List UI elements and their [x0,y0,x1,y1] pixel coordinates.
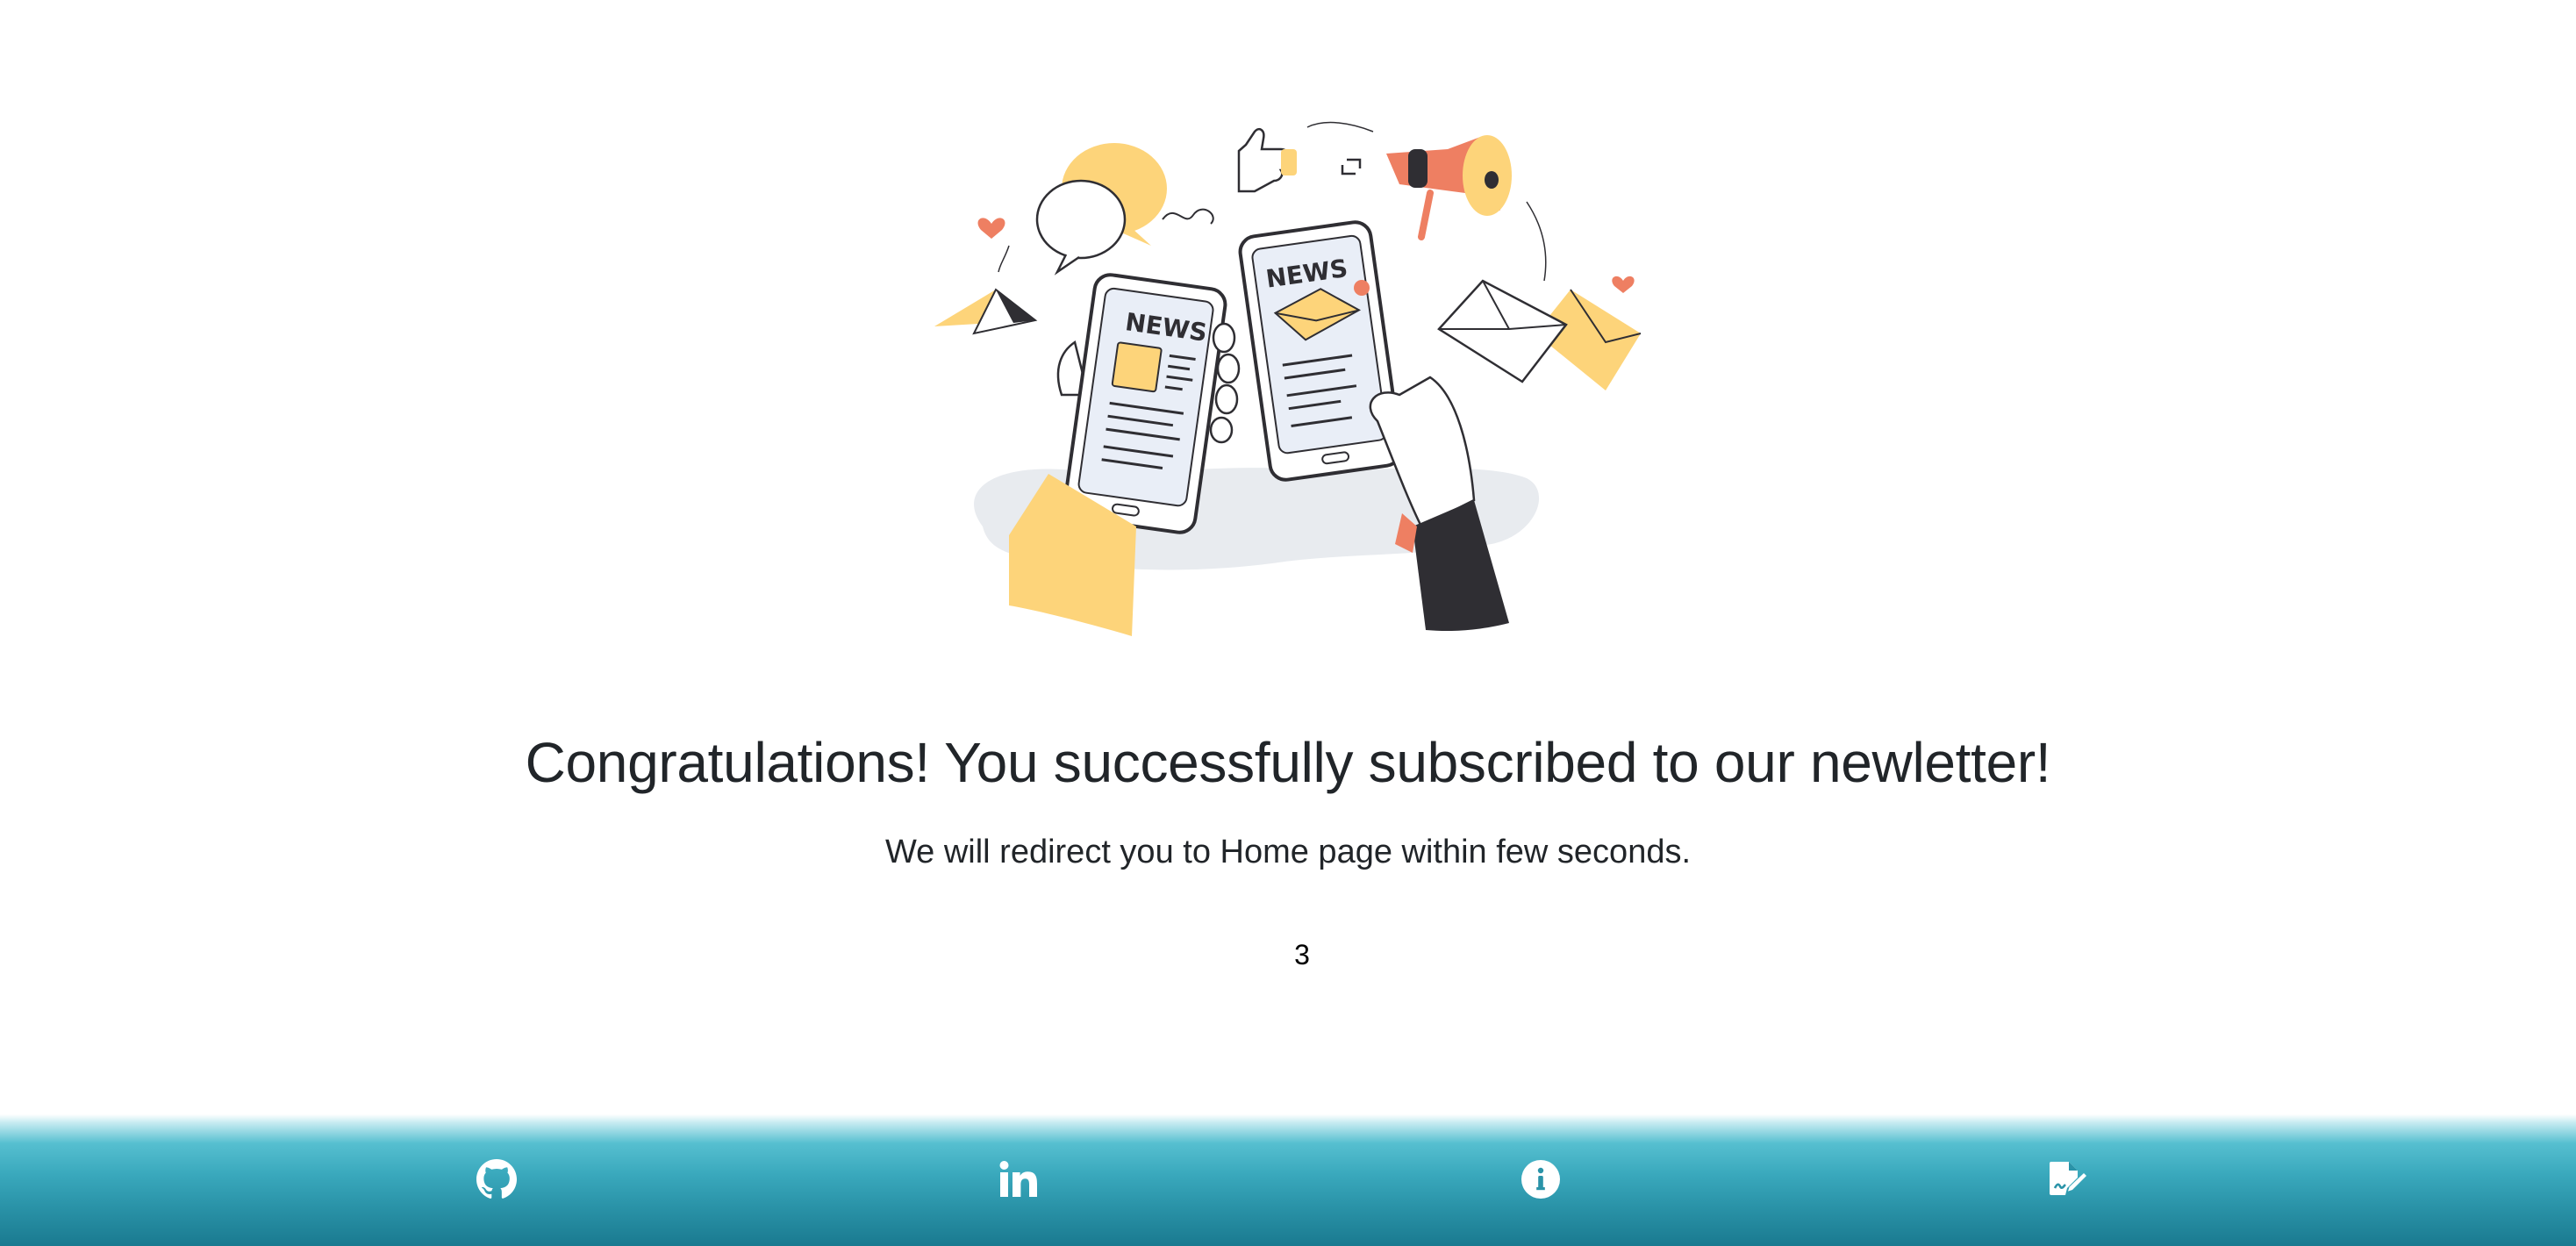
left-tablet: NEWS [1009,273,1241,636]
footer [0,1114,2576,1246]
envelopes [1437,279,1642,390]
speech-bubble-outline [1035,179,1127,260]
page: NEWS NEWS Congratulations! You successfu… [0,0,2576,1246]
hero-illustration: NEWS NEWS [921,114,1658,658]
heart-left [977,218,1005,239]
heart-right [1612,276,1635,293]
info-link[interactable] [1514,1153,1567,1206]
page-title: Congratulations! You successfully subscr… [525,731,2051,794]
signature-document-icon [2050,1162,2086,1195]
signature-link[interactable] [2041,1153,2093,1206]
redirect-message: We will redirect you to Home page within… [884,834,1692,870]
repost-icon [1341,158,1362,175]
countdown-timer: 3 [1294,939,1310,970]
right-tablet: NEWS [1238,220,1509,632]
github-icon [476,1159,517,1199]
github-link[interactable] [470,1153,523,1206]
linkedin-link[interactable] [991,1153,1044,1206]
linkedin-icon [999,1161,1037,1197]
info-icon [1521,1160,1560,1199]
thumbs-up [1237,128,1289,193]
megaphone [1386,135,1547,282]
